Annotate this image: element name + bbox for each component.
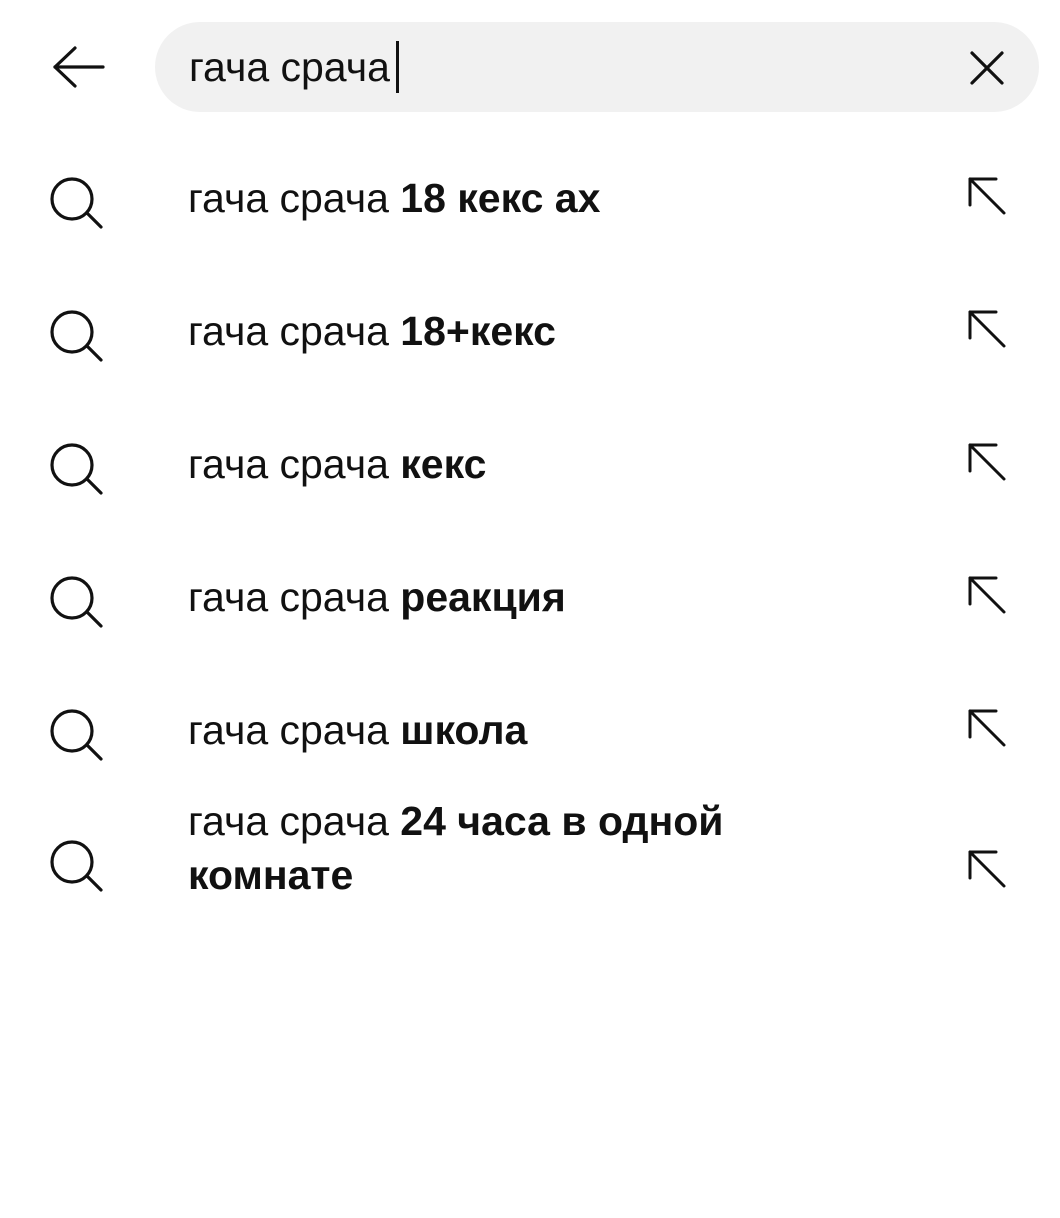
suggestion-row[interactable]: гача срача школа (0, 667, 1060, 800)
close-icon (970, 51, 1004, 85)
text-caret (395, 41, 399, 93)
suggestion-completion: реакция (400, 574, 566, 620)
suggestion-label: гача срача 18+кекс (188, 304, 788, 358)
suggestion-prefix: гача срача (188, 441, 401, 487)
arrow-up-left-icon[interactable] (962, 703, 1010, 751)
arrow-left-icon (53, 46, 105, 88)
search-field[interactable]: гача срача (155, 22, 1039, 112)
suggestion-completion: 18+кекс (400, 308, 556, 354)
search-bar: гача срача (0, 0, 1060, 130)
suggestion-label: гача срача кекс (188, 437, 788, 491)
suggestion-row[interactable]: гача срача 18+кекс (0, 268, 1060, 401)
search-icon (50, 310, 103, 362)
suggestion-label: гача срача 24 часа в одной комнате (188, 794, 788, 902)
search-icon (50, 576, 103, 628)
arrow-up-left-icon[interactable] (962, 171, 1010, 219)
clear-button[interactable] (959, 40, 1015, 96)
search-icon (50, 709, 103, 761)
suggestion-prefix: гача срача (188, 707, 401, 753)
arrow-up-left-icon[interactable] (962, 304, 1010, 352)
suggestion-list: гача срача 18 кекс ах гача срача 18+кекс… (0, 135, 1060, 950)
suggestion-prefix: гача срача (188, 798, 401, 844)
suggestion-label: гача срача 18 кекс ах (188, 171, 788, 225)
suggestion-completion: 18 кекс ах (400, 175, 601, 221)
suggestion-prefix: гача срача (188, 308, 401, 354)
suggestion-label: гача срача школа (188, 703, 788, 757)
arrow-up-left-icon[interactable] (962, 570, 1010, 618)
back-button[interactable] (44, 36, 114, 98)
search-icon (50, 840, 103, 892)
search-icon (50, 443, 103, 495)
suggestion-row[interactable]: гача срача кекс (0, 401, 1060, 534)
search-input[interactable]: гача срача (189, 22, 399, 112)
suggestion-prefix: гача срача (188, 574, 401, 620)
suggestion-row[interactable]: гача срача 24 часа в одной комнате (0, 798, 1060, 950)
arrow-up-left-icon[interactable] (962, 844, 1010, 892)
arrow-up-left-icon[interactable] (962, 437, 1010, 485)
search-icon (50, 177, 103, 229)
suggestion-row[interactable]: гача срача 18 кекс ах (0, 135, 1060, 268)
suggestion-completion: кекс (400, 441, 487, 487)
suggestion-completion: школа (400, 707, 528, 753)
suggestion-row[interactable]: гача срача реакция (0, 534, 1060, 667)
search-query-text: гача срача (189, 44, 390, 90)
suggestion-label: гача срача реакция (188, 570, 788, 624)
suggestion-prefix: гача срача (188, 175, 401, 221)
